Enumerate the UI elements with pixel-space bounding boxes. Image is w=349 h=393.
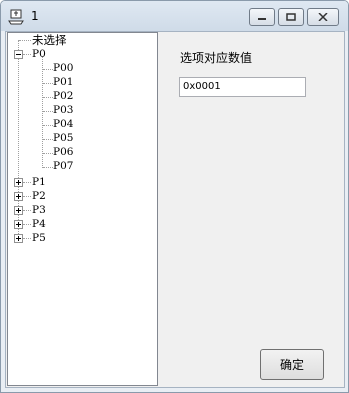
ok-button[interactable]: 确定: [260, 349, 324, 380]
tree-item-p2[interactable]: P2: [32, 189, 46, 203]
tree-connector: [23, 182, 31, 183]
tree-connector: [23, 54, 31, 55]
tree-connector: [23, 210, 31, 211]
tree-connector: [43, 97, 53, 98]
tree-item-p1[interactable]: P1: [32, 175, 46, 189]
tree-connector: [43, 69, 53, 70]
tree-connector: [23, 196, 31, 197]
tree-item-label: P3: [32, 204, 46, 216]
tree-item-label: P05: [53, 132, 74, 144]
tree-item-p5[interactable]: P5: [32, 231, 46, 245]
tree-item-p4[interactable]: P4: [32, 217, 46, 231]
tree-connector: [23, 224, 31, 225]
tree-item-label: 未选择: [32, 33, 67, 47]
value-label: 选项对应数值: [180, 51, 253, 65]
tree-connector: [43, 153, 53, 154]
expand-icon[interactable]: [14, 178, 23, 187]
tree-item-p05[interactable]: P05: [53, 131, 73, 145]
tree-item-label: P04: [53, 118, 74, 130]
tree-item-p00[interactable]: P00: [53, 61, 73, 75]
expand-icon[interactable]: [14, 220, 23, 229]
tree-item-label: P00: [53, 62, 74, 74]
dialog-client-area: 未选择 P0 P00 P01 P02 P03 P04 P05 P06 P07 P…: [5, 31, 345, 388]
tree-item-label: P02: [53, 90, 74, 102]
close-button[interactable]: [307, 8, 339, 26]
expand-icon[interactable]: [14, 234, 23, 243]
tree-item-p0[interactable]: P0: [32, 47, 46, 61]
window-title: 1: [31, 9, 39, 23]
tree-item-label: P06: [53, 146, 74, 158]
tree-connector: [43, 111, 53, 112]
tree-item-p03[interactable]: P03: [53, 103, 73, 117]
maximize-icon: [286, 13, 296, 21]
maximize-button[interactable]: [278, 8, 304, 26]
tree-connector: [43, 125, 53, 126]
port-tree[interactable]: 未选择 P0 P00 P01 P02 P03 P04 P05 P06 P07 P…: [7, 32, 158, 386]
tree-connector: [19, 40, 31, 41]
tree-item-unselected[interactable]: 未选择: [32, 33, 67, 47]
dialog-window: 1 未选择 P0 P00 P01 P02 P03 P04 P05 P06 P07…: [0, 0, 349, 393]
tree-item-p02[interactable]: P02: [53, 89, 73, 103]
expand-icon[interactable]: [14, 192, 23, 201]
minimize-icon: [258, 18, 266, 20]
tree-item-p04[interactable]: P04: [53, 117, 73, 131]
tree-item-label: P1: [32, 176, 46, 188]
tree-item-p07[interactable]: P07: [53, 159, 73, 173]
tree-connector: [43, 139, 53, 140]
title-bar[interactable]: 1: [1, 1, 348, 31]
tree-item-label: P0: [32, 48, 46, 60]
expand-icon[interactable]: [14, 206, 23, 215]
app-icon: [8, 9, 24, 25]
tree-item-p06[interactable]: P06: [53, 145, 73, 159]
value-field[interactable]: 0x0001: [179, 77, 306, 97]
tree-item-label: P5: [32, 232, 46, 244]
tree-p0-children-line: [42, 56, 43, 168]
tree-connector: [43, 167, 53, 168]
close-icon: [318, 13, 328, 21]
tree-connector: [43, 83, 53, 84]
tree-item-label: P01: [53, 76, 74, 88]
minimize-button[interactable]: [249, 8, 275, 26]
tree-item-p3[interactable]: P3: [32, 203, 46, 217]
tree-item-p01[interactable]: P01: [53, 75, 73, 89]
tree-item-label: P07: [53, 160, 74, 172]
tree-item-label: P03: [53, 104, 74, 116]
tree-connector: [23, 238, 31, 239]
collapse-icon[interactable]: [14, 50, 23, 59]
tree-item-label: P2: [32, 190, 46, 202]
tree-item-label: P4: [32, 218, 46, 230]
